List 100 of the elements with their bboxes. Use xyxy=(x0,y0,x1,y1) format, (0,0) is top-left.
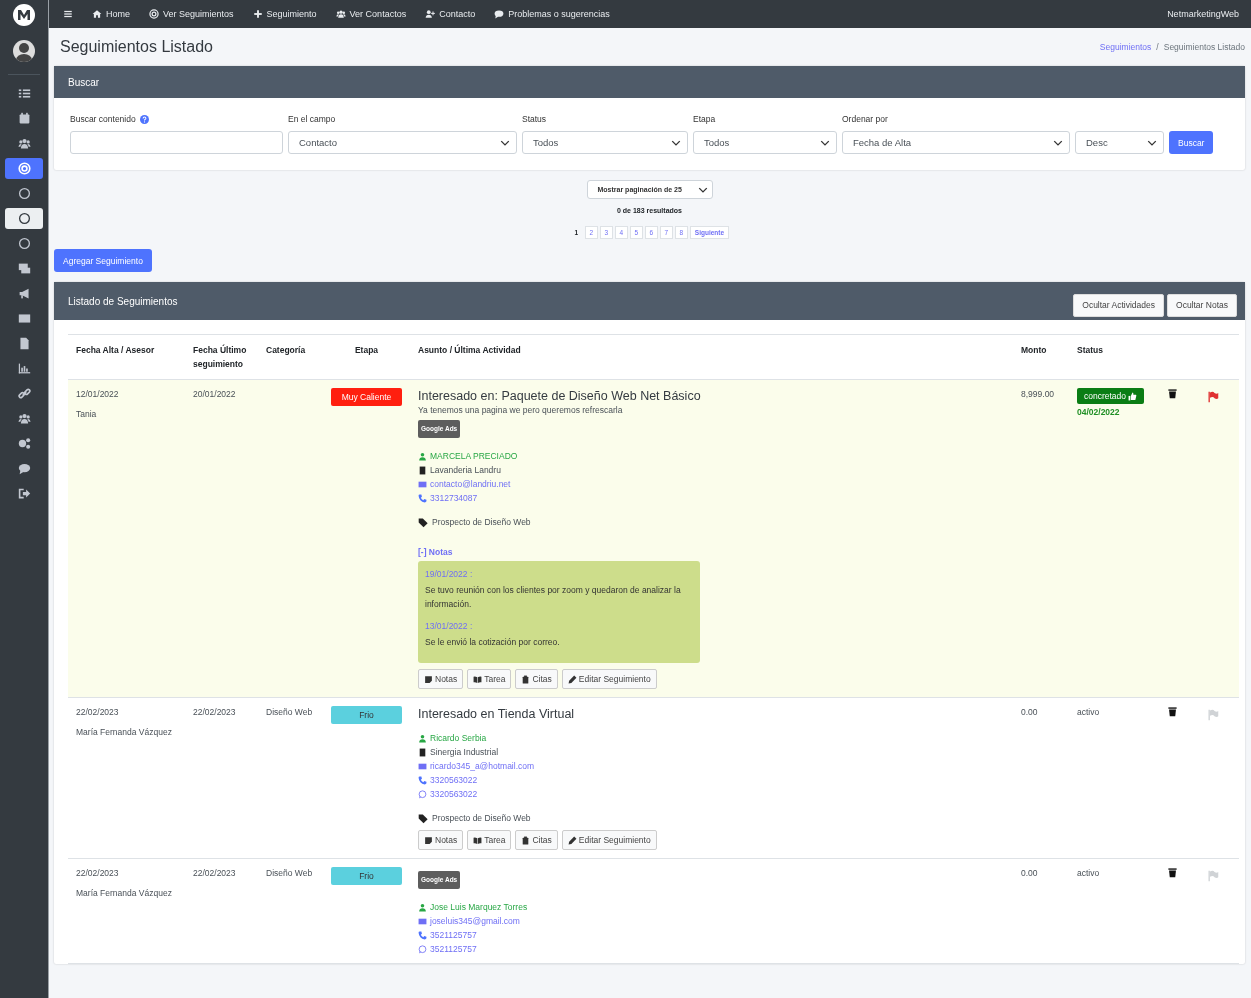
phone-link[interactable]: 3320563022 xyxy=(430,774,478,786)
column-header: Fecha Último seguimiento xyxy=(193,345,247,369)
action-button[interactable]: Editar Seguimiento xyxy=(561,669,657,689)
toggle-button[interactable]: Ocultar Notas xyxy=(1167,293,1237,317)
action-button[interactable]: Citas xyxy=(515,830,558,850)
action-button[interactable]: Citas xyxy=(515,669,558,689)
plus-icon xyxy=(252,9,263,19)
breadcrumb-item: Seguimientos Listado xyxy=(1163,42,1245,52)
subject-title: Interesado en Tienda Virtual xyxy=(418,708,576,720)
target-icon xyxy=(17,162,31,175)
subject-title: Interesado en: Paquete de Diseño Web Net Básico xyxy=(418,390,702,402)
book-icon xyxy=(473,835,483,845)
action-button[interactable]: Editar Seguimiento xyxy=(561,830,657,850)
action-button[interactable]: Tarea xyxy=(467,830,512,850)
date-text: 12/01/2022 xyxy=(76,388,120,400)
nav-link[interactable]: Problemas o sugerencias xyxy=(494,9,610,19)
document-icon xyxy=(17,337,31,350)
flag-button[interactable] xyxy=(1207,391,1219,403)
breadcrumb-item[interactable]: Seguimientos xyxy=(1099,42,1152,52)
help-icon[interactable] xyxy=(139,114,149,124)
select-field[interactable]: Fecha de Alta xyxy=(842,131,1070,154)
delete-button[interactable] xyxy=(1167,388,1178,399)
note-text: Se tuvo reunión con los clientes por zoom y quedaron de analizar la información. xyxy=(425,584,682,611)
chat-icon xyxy=(17,462,31,475)
toggle-button[interactable]: Ocultar Actividades xyxy=(1073,293,1165,317)
building-icon xyxy=(418,465,427,475)
nav-link[interactable]: Home xyxy=(92,9,130,19)
stage-badge: Muy Caliente xyxy=(331,388,402,406)
email-link[interactable]: joseluis345@gmail.com xyxy=(430,915,520,927)
clipboard-icon xyxy=(521,674,531,684)
users-icon xyxy=(17,137,31,150)
email-link[interactable]: contacto@landriu.net xyxy=(430,478,511,490)
select-field[interactable]: Desc xyxy=(1075,131,1164,154)
search-button[interactable]: Buscar xyxy=(1169,131,1214,154)
action-button[interactable]: Notas xyxy=(418,830,464,850)
column-header: Asunto / Última Actividad xyxy=(418,345,521,355)
tag-icon xyxy=(418,812,429,824)
action-button[interactable]: Notas xyxy=(418,669,464,689)
date-text: 22/02/2023 xyxy=(193,868,236,878)
user-plus-icon xyxy=(425,9,436,19)
description-text: Ya tenemos una pagina we pero queremos refrescarla xyxy=(418,404,624,416)
company-name: Sinergia Industrial xyxy=(430,746,499,758)
whatsapp-icon xyxy=(418,944,427,954)
avatar-icon xyxy=(13,40,35,62)
pencil-icon xyxy=(567,674,577,684)
delete-button[interactable] xyxy=(1167,867,1178,878)
trash-icon xyxy=(1167,388,1178,399)
circle-icon xyxy=(17,212,31,225)
nav-link[interactable]: Ver Contactos xyxy=(335,9,407,19)
notes-toggle-link[interactable]: [-] Notas xyxy=(418,547,453,557)
whatsapp-link[interactable]: 3521125757 xyxy=(430,943,477,955)
category-text: Diseño Web xyxy=(266,707,313,717)
select-field[interactable]: Todos xyxy=(522,131,688,154)
search-input[interactable] xyxy=(70,131,283,154)
email-link[interactable]: ricardo345_a@hotmail.com xyxy=(430,760,535,772)
column-header: Categoría xyxy=(266,345,306,355)
status-date: 04/02/2022 xyxy=(1077,406,1121,418)
phone-icon xyxy=(418,775,427,785)
chart-icon xyxy=(17,362,31,375)
logo-icon[interactable] xyxy=(13,4,35,26)
sidebar-item[interactable] xyxy=(5,158,43,179)
select-field[interactable]: Contacto xyxy=(288,131,517,154)
user-icon xyxy=(418,451,427,461)
phone-link[interactable]: 3312734087 xyxy=(430,492,478,504)
link-icon xyxy=(17,387,31,400)
user-icon xyxy=(418,902,427,912)
menu-button[interactable] xyxy=(63,9,73,19)
whatsapp-link[interactable]: 3320563022 xyxy=(430,788,478,800)
phone-icon xyxy=(418,930,427,940)
sidebar-item[interactable] xyxy=(5,208,43,229)
target-icon xyxy=(149,9,159,19)
delete-button[interactable] xyxy=(1167,706,1178,717)
circle-icon xyxy=(17,237,31,250)
phone-link[interactable]: 3521125757 xyxy=(430,929,477,941)
date-text: 20/01/2022 xyxy=(193,389,236,399)
envelope-icon xyxy=(418,761,427,771)
nav-link[interactable]: Ver Seguimientos xyxy=(149,9,234,19)
date-text: 22/02/2023 xyxy=(193,707,236,717)
category-text: Diseño Web xyxy=(266,868,313,878)
column-header: Fecha Alta / Asesor xyxy=(76,345,155,355)
company-name: Lavanderia Landru xyxy=(430,464,501,476)
field-label: Buscar contenido xyxy=(70,114,136,124)
list-icon xyxy=(17,87,31,100)
trash-icon xyxy=(1167,706,1178,717)
page-title: Seguimientos Listado xyxy=(60,38,213,56)
nav-link[interactable]: Contacto xyxy=(425,9,476,19)
note-icon xyxy=(424,674,433,684)
amount-text: 0.00 xyxy=(1021,868,1038,878)
envelope-icon xyxy=(418,916,427,926)
column-header: Etapa xyxy=(354,345,379,355)
add-button[interactable]: Agregar Seguimiento xyxy=(54,249,152,272)
select-field[interactable]: Todos xyxy=(693,131,837,154)
advisor-name: Tania xyxy=(76,408,98,420)
user-icon xyxy=(418,733,427,743)
stage-badge: Frio xyxy=(331,867,402,885)
date-text: 22/02/2023 xyxy=(76,706,120,718)
advisor-name: María Fernanda Vázquez xyxy=(76,726,173,738)
nav-link[interactable]: Seguimiento xyxy=(252,9,317,19)
action-button[interactable]: Tarea xyxy=(467,669,512,689)
envelope-icon xyxy=(17,312,31,325)
